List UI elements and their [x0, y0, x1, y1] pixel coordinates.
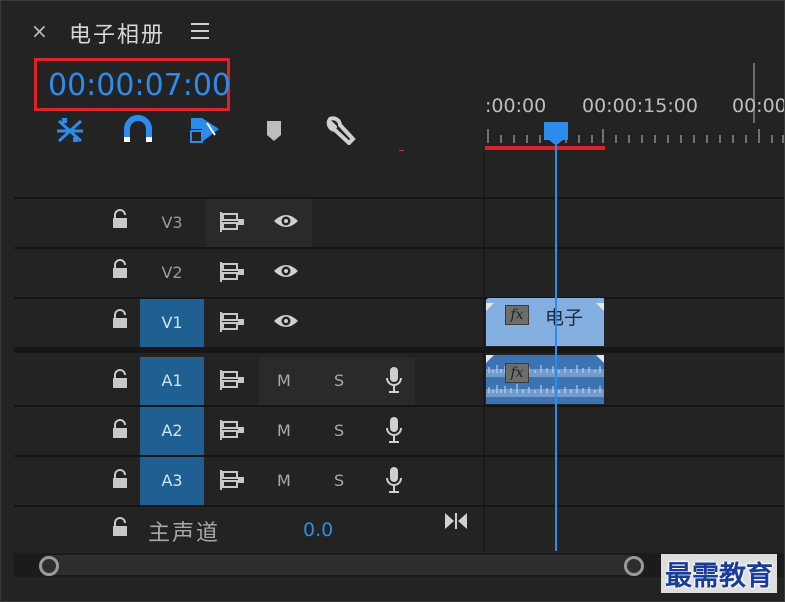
playhead-line[interactable] — [555, 139, 557, 551]
linked-selection-icon[interactable] — [188, 115, 222, 145]
ruler-label-0: :00:00 — [485, 95, 547, 117]
add-marker-icon[interactable] — [257, 115, 291, 145]
sync-lock-icon[interactable] — [220, 311, 246, 337]
lock-icon[interactable] — [112, 209, 128, 229]
track-separator — [14, 247, 784, 249]
microphone-icon[interactable] — [384, 366, 404, 398]
watermark-logo: 最需教育 — [661, 554, 777, 593]
snap-nest-icon[interactable] — [53, 115, 87, 145]
sequence-title[interactable]: 电子相册 — [69, 17, 165, 49]
master-track-label: 主声道 — [148, 521, 221, 546]
audio-waveform — [486, 355, 604, 408]
fx-badge-icon[interactable]: fx — [505, 305, 529, 325]
hamburger-menu-icon[interactable] — [191, 23, 209, 39]
playhead-handle[interactable] — [544, 122, 568, 144]
go-to-edit-point-icon[interactable] — [444, 512, 468, 534]
eye-visibility-icon[interactable] — [272, 261, 300, 285]
playhead-timecode[interactable]: 00:00:07:00 — [48, 68, 231, 103]
track-name-a3[interactable]: A3 — [140, 457, 204, 505]
track-separator — [14, 455, 784, 457]
sync-lock-icon[interactable] — [220, 261, 246, 287]
solo-button[interactable]: S — [334, 471, 344, 490]
mute-button[interactable]: M — [277, 471, 291, 490]
track-separator — [14, 505, 784, 507]
ruler-ticks[interactable] — [485, 129, 785, 143]
eye-visibility-icon[interactable] — [272, 211, 300, 235]
close-panel-button[interactable]: × — [31, 19, 48, 43]
microphone-icon[interactable] — [384, 466, 404, 498]
video-audio-divider[interactable] — [14, 347, 784, 353]
ruler-label-2: 00:00 — [732, 95, 785, 117]
sync-lock-icon[interactable] — [220, 419, 246, 445]
sync-lock-icon[interactable] — [220, 211, 246, 237]
lock-icon[interactable] — [112, 517, 128, 537]
track-name-a2[interactable]: A2 — [140, 407, 204, 455]
scroll-end-handle[interactable] — [624, 556, 644, 576]
scrollbar-thumb[interactable] — [39, 555, 639, 575]
track-name-a1[interactable]: A1 — [140, 357, 204, 405]
mute-button[interactable]: M — [277, 371, 291, 390]
sync-lock-icon[interactable] — [220, 369, 246, 395]
track-name-v2[interactable]: V2 — [140, 249, 204, 297]
track-name-v1[interactable]: V1 — [140, 299, 204, 347]
lock-icon[interactable] — [112, 369, 128, 389]
eye-visibility-icon[interactable] — [272, 311, 300, 335]
mute-button[interactable]: M — [277, 421, 291, 440]
lock-icon[interactable] — [112, 469, 128, 489]
wrench-settings-icon[interactable] — [323, 115, 357, 146]
track-name-v3[interactable]: V3 — [140, 199, 204, 247]
timeline-panel: × 电子相册 00:00:07:00 :00:00 00:00:15:00 00… — [0, 0, 785, 602]
microphone-icon[interactable] — [384, 416, 404, 448]
ruler-label-1: 00:00:15:00 — [582, 95, 698, 117]
sync-lock-icon[interactable] — [220, 469, 246, 495]
track-separator — [14, 405, 784, 407]
track-separator — [14, 297, 784, 299]
magnet-snap-icon[interactable] — [121, 115, 155, 145]
lock-icon[interactable] — [112, 419, 128, 439]
master-volume-value[interactable]: 0.0 — [303, 519, 333, 541]
video-clip-label: 电子 — [545, 307, 584, 329]
track-separator — [14, 197, 784, 199]
lock-icon[interactable] — [112, 309, 128, 329]
fx-badge-icon[interactable]: fx — [505, 363, 529, 383]
work-area-bar[interactable] — [485, 146, 605, 150]
scroll-start-handle[interactable] — [39, 556, 59, 576]
solo-button[interactable]: S — [334, 421, 344, 440]
solo-button[interactable]: S — [334, 371, 344, 390]
lock-icon[interactable] — [112, 259, 128, 279]
